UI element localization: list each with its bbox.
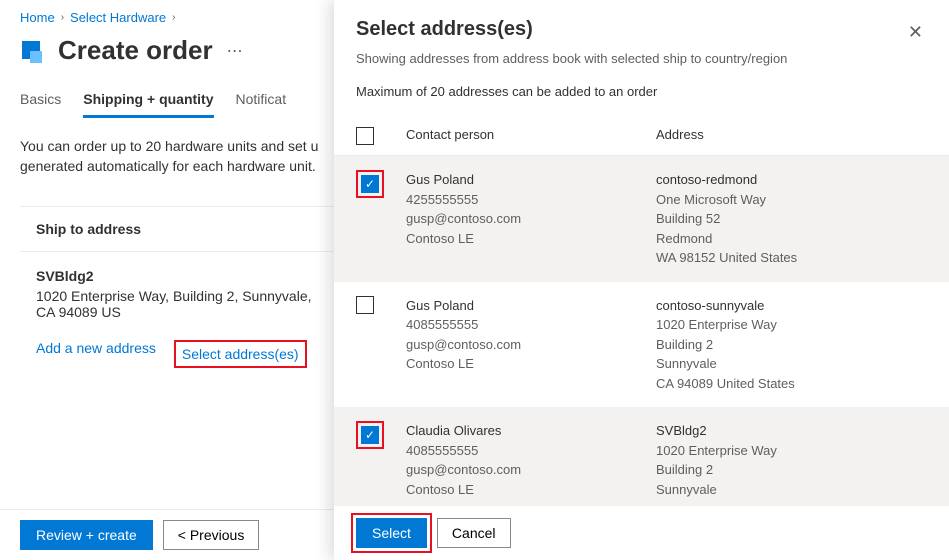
select-button[interactable]: Select (356, 518, 427, 548)
column-address: Address (656, 127, 927, 145)
panel-title: Select address(es) (356, 18, 533, 41)
tab-shipping-quantity[interactable]: Shipping + quantity (83, 91, 213, 118)
address-line: Building 2 (656, 460, 927, 480)
breadcrumb-home[interactable]: Home (20, 10, 55, 25)
address-line: Building 52 (656, 209, 927, 229)
tab-basics[interactable]: Basics (20, 91, 61, 118)
address-city: Redmond (656, 229, 927, 249)
select-addresses-link[interactable]: Select address(es) (182, 346, 299, 362)
row-checkbox[interactable]: ✓ (361, 426, 379, 444)
chevron-right-icon: › (172, 12, 175, 23)
address-line: 1020 Enterprise Way (656, 315, 927, 335)
address-line: 1020 Enterprise Way (656, 441, 927, 461)
address-city: Sunnyvale (656, 480, 927, 500)
panel-note: Maximum of 20 addresses can be added to … (356, 84, 927, 99)
contact-org: Contoso LE (406, 480, 656, 500)
panel-footer: Select Cancel (334, 506, 949, 560)
contact-org: Contoso LE (406, 229, 656, 249)
order-icon (20, 37, 48, 65)
address-line: Building 2 (656, 335, 927, 355)
address-line: One Microsoft Way (656, 190, 927, 210)
contact-email: gusp@contoso.com (406, 209, 656, 229)
address-row[interactable]: ✓ Claudia Olivares 4085555555 gusp@conto… (334, 407, 949, 506)
row-checkbox[interactable] (356, 296, 374, 314)
row-checkbox[interactable]: ✓ (361, 175, 379, 193)
address-city: Sunnyvale (656, 354, 927, 374)
select-all-checkbox[interactable] (356, 127, 374, 145)
select-addresses-panel: Select address(es) ✕ Showing addresses f… (334, 0, 949, 560)
add-new-address-link[interactable]: Add a new address (36, 340, 156, 368)
contact-email: gusp@contoso.com (406, 460, 656, 480)
table-header: Contact person Address (334, 109, 949, 156)
contact-email: gusp@contoso.com (406, 335, 656, 355)
more-actions-button[interactable]: ⋯ (223, 41, 247, 61)
address-name: contoso-sunnyvale (656, 296, 927, 316)
address-row[interactable]: Gus Poland 4085555555 gusp@contoso.com C… (334, 282, 949, 408)
tab-notifications[interactable]: Notificat (236, 91, 287, 118)
address-name: contoso-redmond (656, 170, 927, 190)
contact-name: Claudia Olivares (406, 421, 656, 441)
address-row[interactable]: ✓ Gus Poland 4255555555 gusp@contoso.com… (334, 156, 949, 282)
column-contact: Contact person (406, 127, 656, 145)
address-name: SVBldg2 (656, 421, 927, 441)
close-icon[interactable]: ✕ (904, 18, 927, 47)
contact-org: Contoso LE (406, 354, 656, 374)
contact-phone: 4255555555 (406, 190, 656, 210)
breadcrumb-select-hardware[interactable]: Select Hardware (70, 10, 166, 25)
contact-phone: 4085555555 (406, 315, 656, 335)
contact-name: Gus Poland (406, 296, 656, 316)
address-region: CA 94089 United States (656, 374, 927, 394)
contact-phone: 4085555555 (406, 441, 656, 461)
contact-name: Gus Poland (406, 170, 656, 190)
previous-button[interactable]: < Previous (163, 520, 260, 550)
panel-subtitle: Showing addresses from address book with… (356, 51, 927, 66)
review-create-button[interactable]: Review + create (20, 520, 153, 550)
address-region: WA 98152 United States (656, 248, 927, 268)
cancel-button[interactable]: Cancel (437, 518, 511, 548)
page-title: Create order (58, 35, 213, 66)
chevron-right-icon: › (61, 12, 64, 23)
